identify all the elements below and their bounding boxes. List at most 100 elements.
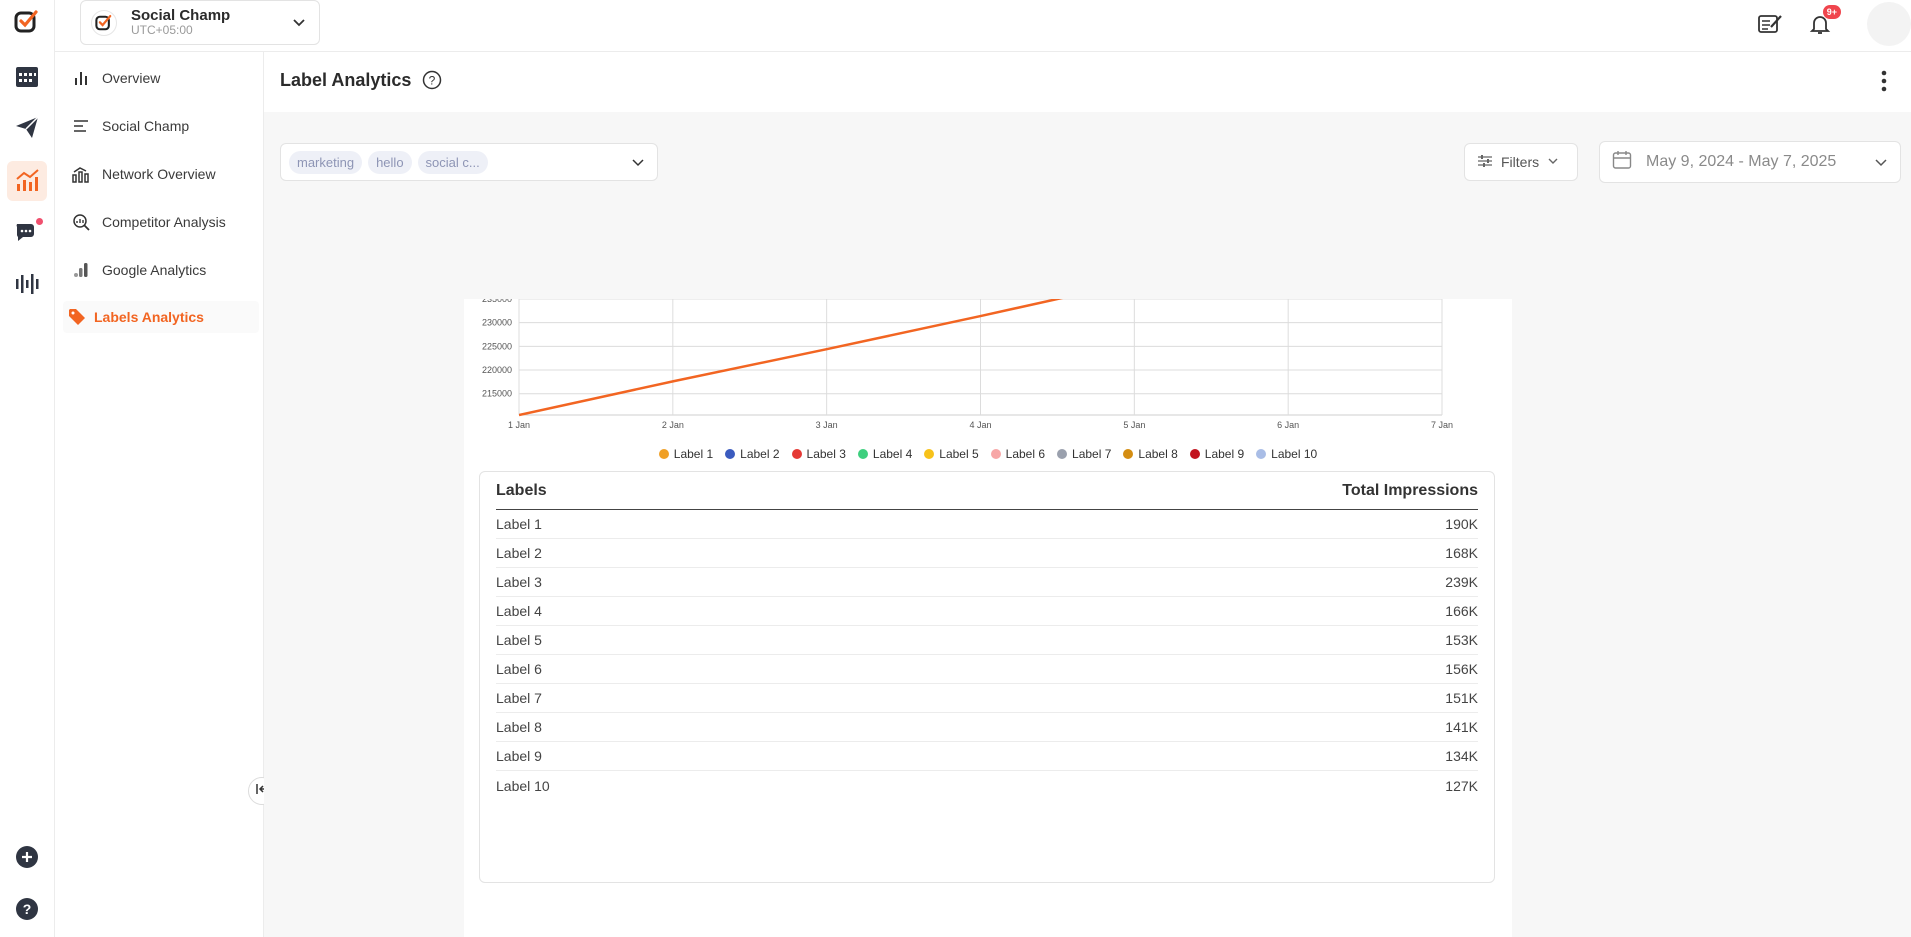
label-chip[interactable]: hello: [368, 150, 412, 174]
date-range-picker[interactable]: May 9, 2024 - May 7, 2025: [1599, 141, 1901, 183]
x-tick-label: 5 Jan: [1123, 420, 1145, 430]
top-bar: Social Champ UTC+05:00 9+: [55, 0, 1911, 52]
table-row: Label 6 156K: [496, 655, 1478, 684]
label-chip[interactable]: marketing: [289, 150, 363, 174]
sliders-icon: [1477, 153, 1493, 172]
chat-icon[interactable]: [7, 212, 47, 252]
legend-item[interactable]: Label 7: [1057, 447, 1111, 461]
table-row: Label 3 239K: [496, 568, 1478, 597]
cell-label: Label 3: [496, 574, 542, 590]
svg-text:?: ?: [429, 74, 436, 88]
x-tick-label: 2 Jan: [662, 420, 684, 430]
help-circle-icon[interactable]: ?: [7, 889, 47, 929]
y-tick-label: 220000: [482, 365, 512, 375]
notification-badge: 9+: [1822, 5, 1841, 19]
subnav-item-label: Social Champ: [102, 118, 190, 134]
subnav-item-google-analytics[interactable]: Google Analytics: [63, 254, 259, 286]
subnav-item-label: Overview: [102, 70, 161, 86]
label-multiselect[interactable]: marketing hello social c...: [280, 143, 658, 181]
filters-label: Filters: [1501, 154, 1540, 170]
legend-item[interactable]: Label 2: [725, 447, 780, 461]
cell-label: Label 1: [496, 516, 542, 532]
subnav-item-overview[interactable]: Overview: [63, 62, 259, 94]
legend-dot: [857, 449, 868, 459]
table-row: Label 1 190K: [496, 510, 1478, 539]
legend-dot: [791, 449, 802, 459]
legend-item[interactable]: Label 5: [924, 447, 979, 461]
legend-label: Label 10: [1271, 447, 1318, 461]
date-range-label: May 9, 2024 - May 7, 2025: [1646, 153, 1837, 170]
help-icon[interactable]: ?: [422, 70, 442, 95]
page-title: Label Analytics: [280, 70, 412, 90]
workspace-name: Social Champ: [131, 6, 231, 24]
subnav-item-competitor-analysis[interactable]: Competitor Analysis: [63, 206, 259, 238]
cell-label: Label 10: [496, 777, 550, 794]
network-chart-icon: [72, 165, 90, 183]
compose-post-icon[interactable]: [1755, 9, 1785, 39]
legend-item[interactable]: Label 4: [857, 447, 913, 461]
table-header: Labels Total Impressions: [496, 472, 1478, 510]
subnav-item-labels-analytics[interactable]: Labels Analytics: [63, 301, 259, 333]
magnifier-chart-icon: [72, 213, 90, 231]
analytics-icon[interactable]: [7, 161, 47, 201]
legend-label: Label 3: [806, 447, 846, 461]
subnav-item-label: Labels Analytics: [94, 309, 204, 325]
cell-label: Label 9: [496, 748, 542, 764]
svg-text:?: ?: [23, 901, 32, 917]
legend-dot: [1189, 449, 1200, 459]
subnav-item-label: Competitor Analysis: [102, 214, 226, 230]
calendar-icon[interactable]: [7, 56, 47, 96]
list-icon: [72, 117, 90, 135]
x-tick-label: 4 Jan: [969, 420, 991, 430]
cell-total-impressions: 239K: [1445, 574, 1478, 590]
subnav-item-label: Network Overview: [102, 166, 216, 182]
tag-icon: [68, 308, 86, 326]
label-chip[interactable]: social c...: [417, 150, 488, 174]
chevron-down-icon: [291, 14, 307, 35]
cell-total-impressions: 151K: [1445, 690, 1478, 706]
cell-label: Label 8: [496, 719, 542, 735]
cell-total-impressions: 156K: [1445, 661, 1478, 677]
legend-dot: [1256, 449, 1267, 459]
chat-unread-dot: [36, 218, 43, 225]
x-tick-label: 6 Jan: [1277, 420, 1299, 430]
cell-total-impressions: 127K: [1445, 777, 1478, 794]
legend-item[interactable]: Label 3: [791, 447, 846, 461]
app-logo-icon[interactable]: [7, 2, 47, 42]
audio-wave-icon[interactable]: [7, 264, 47, 304]
send-icon[interactable]: [7, 107, 47, 147]
cell-label: Label 6: [496, 661, 542, 677]
add-circle-icon[interactable]: [7, 837, 47, 877]
legend-dot: [924, 449, 935, 459]
table-row: Label 7 151K: [496, 684, 1478, 713]
subnav-item-social-champ[interactable]: Social Champ: [63, 110, 259, 142]
legend-item[interactable]: Label 1: [658, 447, 713, 461]
workspace-switcher[interactable]: Social Champ UTC+05:00: [80, 0, 320, 45]
user-avatar[interactable]: [1867, 2, 1911, 46]
workspace-logo-icon: [91, 9, 117, 36]
legend-item[interactable]: Label 9: [1189, 447, 1244, 461]
legend-label: Label 4: [872, 447, 913, 461]
column-header-labels[interactable]: Labels: [496, 482, 547, 500]
cell-label: Label 2: [496, 545, 542, 561]
legend-dot: [990, 449, 1001, 459]
notification-bell-icon[interactable]: 9+: [1805, 5, 1841, 39]
filters-button[interactable]: Filters: [1464, 143, 1578, 181]
cell-label: Label 7: [496, 690, 542, 706]
cell-total-impressions: 153K: [1445, 632, 1478, 648]
impressions-line-chart: 215000 220000 225000 230000 235000 1 Jan 2 Jan…: [482, 299, 1453, 430]
x-tick-label: 7 Jan: [1431, 420, 1453, 430]
legend-item[interactable]: Label 8: [1123, 447, 1178, 461]
legend-dot: [725, 449, 736, 459]
column-header-total-impressions[interactable]: Total Impressions: [1342, 482, 1478, 500]
x-tick-label: 1 Jan: [508, 420, 530, 430]
subnav-item-network-overview[interactable]: Network Overview: [63, 158, 259, 190]
table-row: Label 10 127K: [496, 771, 1478, 800]
y-tick-label: 235000: [482, 299, 512, 304]
legend-item[interactable]: Label 6: [990, 447, 1045, 461]
legend-item[interactable]: Label 10: [1256, 447, 1317, 461]
more-options-icon[interactable]: [1881, 70, 1887, 97]
cell-total-impressions: 141K: [1445, 719, 1478, 735]
cell-total-impressions: 168K: [1445, 545, 1478, 561]
table-row: Label 9 134K: [496, 742, 1478, 771]
